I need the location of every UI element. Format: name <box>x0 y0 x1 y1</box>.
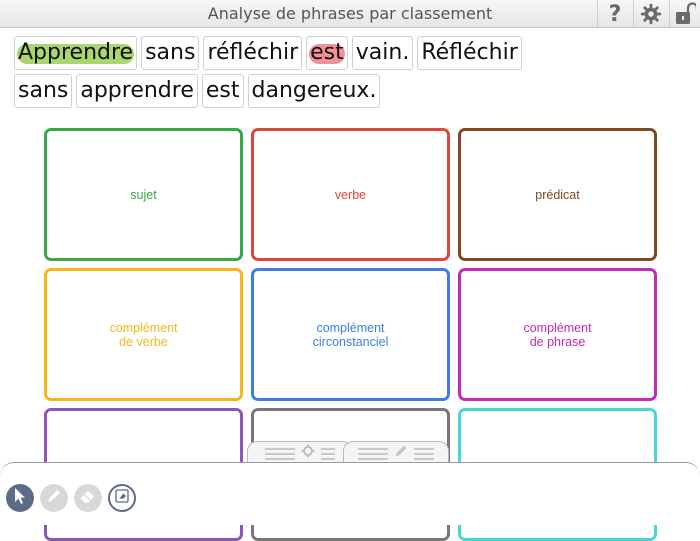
category-grid: sujet verbe prédicat complément de verbe com… <box>44 128 660 541</box>
window-title: Analyse de phrases par classement <box>207 4 493 23</box>
pencil-icon <box>394 444 408 463</box>
eraser-icon <box>79 488 97 509</box>
word-tile[interactable]: sans <box>14 74 73 108</box>
help-icon[interactable]: ? <box>602 2 628 27</box>
word-text: vain. <box>355 40 410 65</box>
tab-grip <box>358 447 388 460</box>
gear-icon[interactable] <box>638 2 664 26</box>
word-tile[interactable]: Apprendre <box>14 36 138 70</box>
toolbar-separator <box>633 0 634 28</box>
title-bar: Analyse de phrases par classement ? <box>0 0 700 28</box>
category-card[interactable]: complément de verbe <box>44 268 243 401</box>
word-text: est <box>205 78 240 103</box>
word-tile[interactable]: sans <box>141 36 200 70</box>
word-tile[interactable]: réfléchir <box>203 36 303 70</box>
tab-grip <box>265 447 295 460</box>
tool-palette <box>6 484 136 512</box>
pencil-icon <box>46 488 62 509</box>
pointer-tool[interactable] <box>6 484 34 512</box>
category-card[interactable]: complément circonstanciel <box>251 268 450 401</box>
word-tile[interactable]: dangereux. <box>247 74 381 108</box>
word-text: sans <box>145 40 196 65</box>
category-label: complément de verbe <box>109 320 178 349</box>
word-text: réfléchir <box>207 40 299 65</box>
word-tile[interactable]: vain. <box>351 36 414 70</box>
eraser-tool[interactable] <box>74 484 102 512</box>
word-tile[interactable]: est <box>306 36 348 70</box>
toolbar-separator <box>597 0 598 28</box>
clear-tool[interactable] <box>108 484 136 512</box>
word-text: dangereux. <box>251 78 377 103</box>
word-tile[interactable]: Réfléchir <box>417 36 522 70</box>
category-label: complément circonstanciel <box>312 320 389 349</box>
category-card[interactable]: complément de phrase <box>458 268 657 401</box>
category-label: prédicat <box>535 187 580 202</box>
clear-page-icon <box>114 488 130 509</box>
tab-grip <box>321 447 335 460</box>
category-card[interactable]: verbe <box>251 128 450 261</box>
category-label: complément de phrase <box>523 320 592 349</box>
category-label: verbe <box>334 187 367 202</box>
word-text: apprendre <box>80 78 194 103</box>
toolbar-separator <box>669 0 670 28</box>
word-tile[interactable]: apprendre <box>76 74 198 108</box>
cursor-icon <box>12 487 28 510</box>
category-label: sujet <box>130 187 157 202</box>
word-text: Apprendre <box>18 40 134 65</box>
word-text: sans <box>18 78 69 103</box>
unlock-icon[interactable] <box>672 2 698 26</box>
word-tile[interactable]: est <box>201 74 244 108</box>
pencil-tool[interactable] <box>40 484 68 512</box>
word-text: est <box>310 40 344 65</box>
word-text: Réfléchir <box>421 40 518 65</box>
category-card[interactable]: sujet <box>44 128 243 261</box>
gear-icon <box>301 444 315 463</box>
tab-grip <box>414 447 434 460</box>
sentence-words: Apprendre sans réfléchir est vain. Réfléchir s… <box>14 36 574 108</box>
category-card[interactable]: prédicat <box>458 128 657 261</box>
